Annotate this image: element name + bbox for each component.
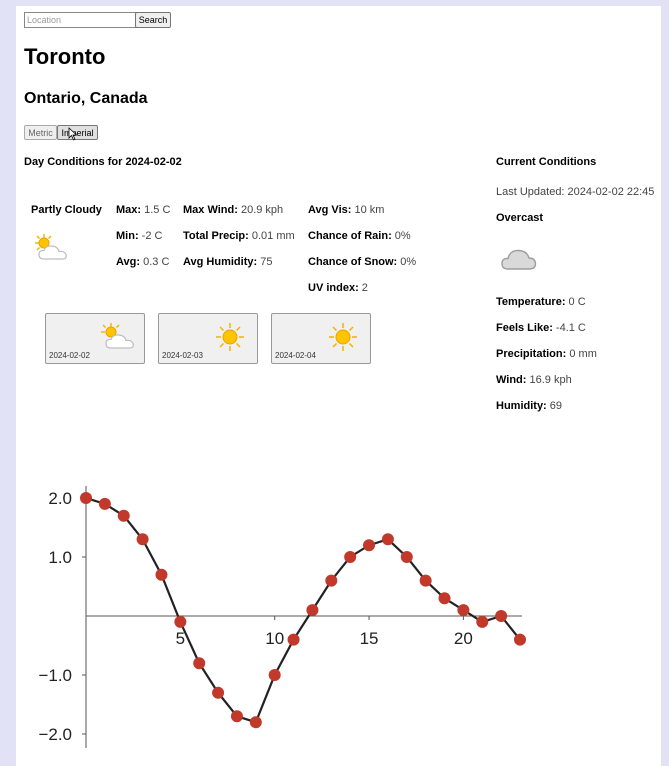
data-point bbox=[344, 551, 357, 563]
search-input[interactable] bbox=[24, 12, 138, 28]
data-point bbox=[325, 574, 338, 587]
data-point bbox=[363, 539, 376, 552]
data-point bbox=[400, 551, 413, 563]
day-conditions-title: Day Conditions for 2024-02-02 bbox=[24, 156, 182, 168]
uv-index-row: UV index: 2 bbox=[308, 282, 368, 294]
data-point bbox=[193, 657, 206, 670]
forecast-date: 2024-02-04 bbox=[275, 351, 316, 360]
y-tick-label: −1.0 bbox=[38, 666, 72, 685]
data-point bbox=[419, 574, 432, 587]
day-summary: Partly Cloudy bbox=[31, 204, 102, 216]
city-title: Toronto bbox=[24, 44, 106, 69]
data-point bbox=[476, 615, 489, 628]
x-tick-label: 15 bbox=[360, 629, 379, 648]
avg-temp-row: Avg: 0.3 C bbox=[116, 256, 170, 268]
y-tick-label: 2.0 bbox=[48, 489, 72, 508]
chance-rain-row: Chance of Rain: 0% bbox=[308, 230, 411, 242]
data-point bbox=[306, 604, 319, 617]
data-point bbox=[381, 533, 394, 546]
max-wind-row: Max Wind: 20.9 kph bbox=[183, 204, 284, 216]
data-point bbox=[174, 615, 187, 628]
last-updated: Last Updated: 2024-02-02 22:45 bbox=[496, 186, 655, 198]
max-temp-row: Max: 1.5 C bbox=[116, 204, 171, 216]
data-point bbox=[249, 716, 262, 729]
data-point bbox=[212, 686, 225, 699]
y-tick-label: 1.0 bbox=[48, 548, 72, 567]
sunny-icon bbox=[329, 323, 357, 351]
x-tick-label: 5 bbox=[176, 629, 185, 648]
wind-row: Wind: 16.9 kph bbox=[496, 374, 572, 386]
avg-humidity-row: Avg Humidity: 75 bbox=[183, 256, 273, 268]
hourly-temperature-chart: 2.0 1.0 −1.0 −2.0 5 10 15 20 bbox=[38, 486, 526, 748]
data-point bbox=[287, 633, 300, 646]
x-tick-label: 20 bbox=[454, 629, 473, 648]
min-temp-row: Min: -2 C bbox=[116, 230, 163, 242]
mouse-cursor-icon bbox=[68, 127, 78, 141]
forecast-day-card[interactable]: 2024-02-03 bbox=[158, 313, 258, 364]
avg-vis-row: Avg Vis: 10 km bbox=[308, 204, 385, 216]
forecast-day-card[interactable]: 2024-02-02 bbox=[45, 313, 145, 364]
feels-like-row: Feels Like: -4.1 C bbox=[496, 322, 586, 334]
data-point bbox=[98, 497, 111, 510]
data-point bbox=[80, 492, 92, 504]
data-point bbox=[268, 669, 281, 681]
region-subtitle: Ontario, Canada bbox=[24, 90, 148, 107]
precipitation-row: Precipitation: 0 mm bbox=[496, 348, 597, 360]
data-point bbox=[514, 633, 526, 646]
x-tick-label: 10 bbox=[265, 629, 284, 648]
data-point bbox=[457, 604, 470, 617]
metric-button[interactable]: Metric bbox=[24, 125, 57, 140]
search-button[interactable]: Search bbox=[135, 12, 171, 28]
series-line bbox=[85, 496, 521, 724]
data-point bbox=[117, 509, 130, 522]
y-tick-label: −2.0 bbox=[38, 725, 72, 744]
data-point bbox=[495, 610, 508, 622]
partly-cloudy-icon bbox=[35, 234, 67, 260]
data-point bbox=[155, 568, 168, 581]
humidity-row: Humidity: 69 bbox=[496, 400, 563, 412]
data-point bbox=[136, 533, 149, 546]
chance-snow-row: Chance of Snow: 0% bbox=[308, 256, 417, 268]
total-precip-row: Total Precip: 0.01 mm bbox=[183, 230, 295, 242]
forecast-day-card[interactable]: 2024-02-04 bbox=[271, 313, 371, 364]
cloud-icon bbox=[501, 249, 537, 270]
forecast-date: 2024-02-02 bbox=[49, 351, 90, 360]
current-condition: Overcast bbox=[496, 212, 544, 224]
partly-cloudy-icon bbox=[101, 323, 134, 349]
sunny-icon bbox=[216, 323, 244, 351]
data-point bbox=[230, 710, 243, 723]
forecast-date: 2024-02-03 bbox=[162, 351, 203, 360]
temperature-row: Temperature: 0 C bbox=[496, 296, 586, 308]
data-point bbox=[438, 592, 451, 605]
current-conditions-title: Current Conditions bbox=[496, 156, 597, 168]
